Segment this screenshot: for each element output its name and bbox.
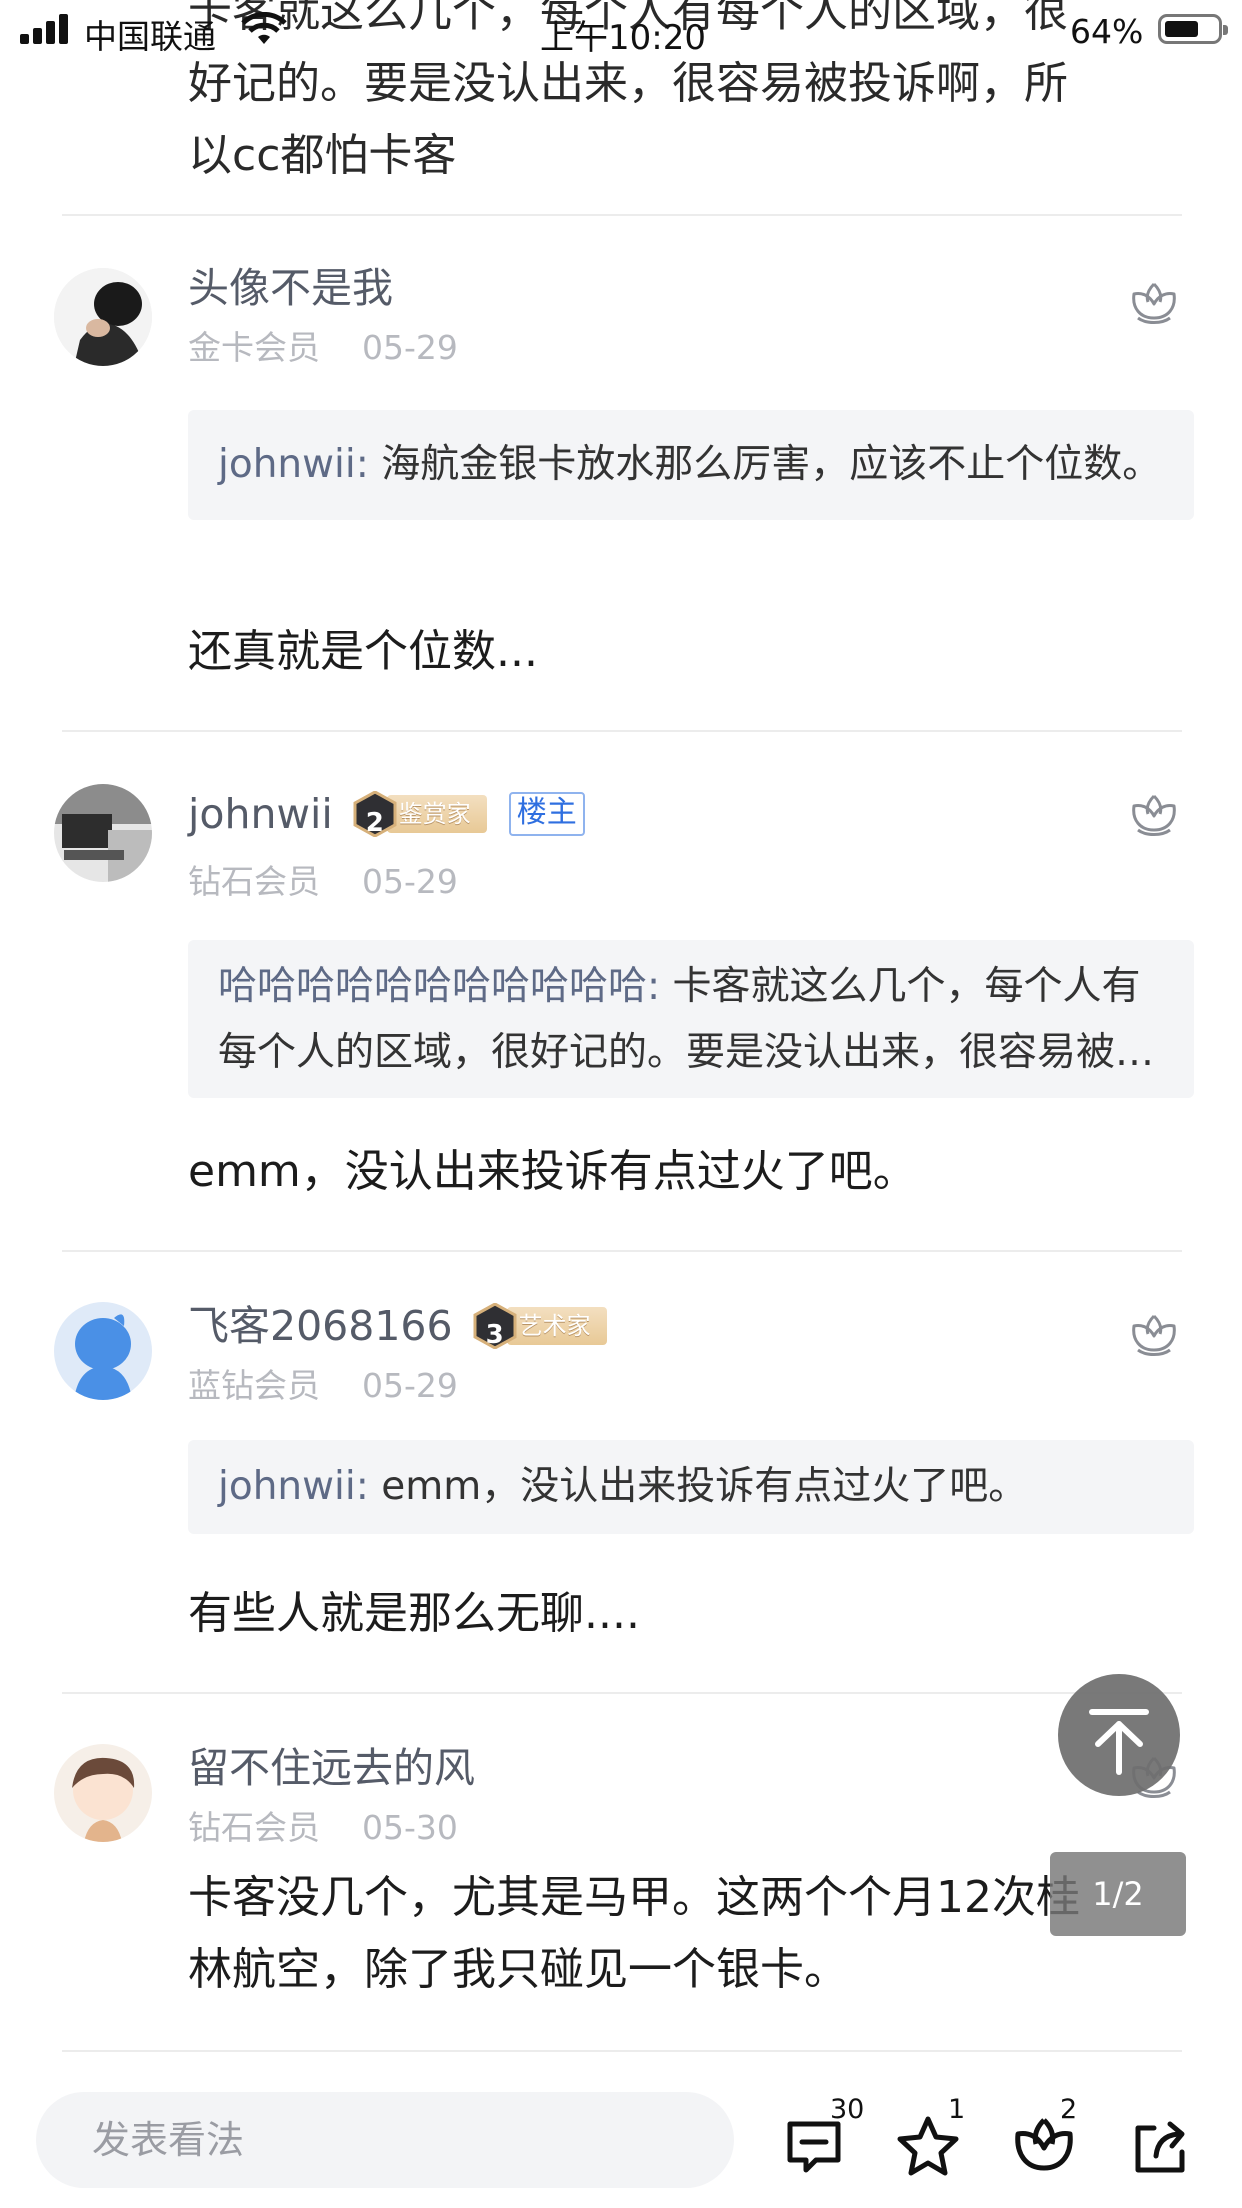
- badge-level-icon: 2: [353, 790, 397, 838]
- avatar[interactable]: [54, 268, 152, 366]
- comment-meta: 金卡会员 05-29: [188, 326, 458, 370]
- avatar[interactable]: [54, 1744, 152, 1842]
- comment-text-line-2: 林航空，除了我只碰见一个银卡。: [188, 1944, 848, 1995]
- divider: [62, 1250, 1182, 1252]
- previous-comment-line-3: 以cc都怕卡客: [188, 130, 457, 181]
- quoted-username[interactable]: 哈哈哈哈哈哈哈哈哈哈哈:: [218, 964, 660, 1009]
- lotus-like-icon[interactable]: [1128, 1310, 1180, 1358]
- member-level: 钻石会员: [188, 862, 320, 901]
- bottom-action-bar: 30 1 2: [0, 2076, 1242, 2208]
- back-to-top-button[interactable]: [1058, 1674, 1180, 1796]
- comment-date: 05-29: [362, 862, 458, 901]
- wifi-icon: [241, 12, 287, 44]
- status-bar: 中国联通 上午10:20 64%: [0, 0, 1242, 62]
- comment-text: 卡客没几个，尤其是马甲。这两个个月12次桂 林航空，除了我只碰见一个银卡。: [188, 1862, 1168, 2006]
- comment-meta: 钻石会员 05-29: [188, 860, 458, 904]
- expert-badge[interactable]: 2 鉴赏家: [353, 790, 487, 838]
- comment-count: 30: [830, 2094, 865, 2125]
- quoted-text: emm，没认出来投诉有点过火了吧。: [368, 1464, 1028, 1509]
- member-level: 钻石会员: [188, 1808, 320, 1847]
- username[interactable]: 飞客2068166: [188, 1298, 453, 1354]
- comment-date: 05-30: [362, 1808, 458, 1847]
- arrow-up-to-top-icon: [1089, 1709, 1149, 1775]
- page-indicator[interactable]: 1/2: [1050, 1852, 1186, 1936]
- share-button[interactable]: [1128, 2114, 1192, 2178]
- owner-tag: 楼主: [508, 792, 585, 836]
- lotus-like-icon[interactable]: [1128, 790, 1180, 838]
- username[interactable]: johnwii: [188, 786, 333, 842]
- clock: 上午10:20: [540, 18, 706, 58]
- quoted-reply[interactable]: 哈哈哈哈哈哈哈哈哈哈哈: 卡客就这么几个，每个人有每个人的区域，很好记的。要是没…: [188, 940, 1194, 1098]
- comment-date: 05-29: [362, 1366, 458, 1405]
- quoted-reply[interactable]: johnwii: emm，没认出来投诉有点过火了吧。: [188, 1440, 1194, 1534]
- divider: [62, 730, 1182, 732]
- comment-text-line-1: 卡客没几个，尤其是马甲。这两个个月12次桂: [188, 1872, 1080, 1923]
- badge-level-number: 3: [485, 1320, 504, 1350]
- member-level: 蓝钻会员: [188, 1366, 320, 1405]
- favorite-count: 1: [948, 2094, 966, 2125]
- quoted-reply[interactable]: johnwii: 海航金银卡放水那么厉害，应该不止个位数。: [188, 410, 1194, 520]
- divider: [62, 1692, 1182, 1694]
- badge-level-icon: 3: [473, 1302, 517, 1350]
- comment-input[interactable]: [36, 2092, 734, 2188]
- comment-meta: 蓝钻会员 05-29: [188, 1364, 458, 1408]
- member-level: 金卡会员: [188, 328, 320, 367]
- username-row: johnwii 2 鉴赏家 楼主: [188, 786, 585, 842]
- username-row: 飞客2068166 3 艺术家: [188, 1298, 607, 1354]
- avatar[interactable]: [54, 1302, 152, 1400]
- carrier-label: 中国联通: [84, 17, 216, 56]
- comment-date: 05-29: [362, 328, 458, 367]
- badge-label: 艺术家: [506, 1307, 607, 1345]
- divider: [62, 2050, 1182, 2052]
- quoted-content: 哈哈哈哈哈哈哈哈哈哈哈: 卡客就这么几个，每个人有每个人的区域，很好记的。要是没…: [218, 954, 1166, 1086]
- comment-meta: 钻石会员 05-30: [188, 1806, 458, 1850]
- battery-icon: [1158, 14, 1228, 44]
- thread-page: 中国联通 上午10:20 64% 卡客就这么几个，每个人有每个人的区域，很 好记…: [0, 0, 1242, 2208]
- badge-label: 鉴赏家: [386, 795, 487, 833]
- expert-badge[interactable]: 3 艺术家: [473, 1302, 607, 1350]
- divider: [62, 214, 1182, 216]
- quoted-text: 海航金银卡放水那么厉害，应该不止个位数。: [368, 442, 1162, 487]
- share-icon: [1135, 2121, 1185, 2173]
- like-count: 2: [1060, 2094, 1078, 2125]
- lotus-like-icon[interactable]: [1128, 278, 1180, 326]
- username[interactable]: 留不住远去的风: [188, 1740, 475, 1796]
- comment-text: emm，没认出来投诉有点过火了吧。: [188, 1146, 917, 1197]
- battery-percent: 64%: [1070, 12, 1144, 51]
- comment-text: 有些人就是那么无聊....: [188, 1588, 640, 1639]
- comment-text: 还真就是个位数...: [188, 626, 538, 677]
- badge-level-number: 2: [365, 808, 384, 838]
- username[interactable]: 头像不是我: [188, 260, 393, 316]
- quoted-username[interactable]: johnwii:: [218, 442, 369, 487]
- signal-icon: [20, 14, 72, 44]
- quoted-username[interactable]: johnwii:: [218, 1464, 369, 1509]
- avatar[interactable]: [54, 784, 152, 882]
